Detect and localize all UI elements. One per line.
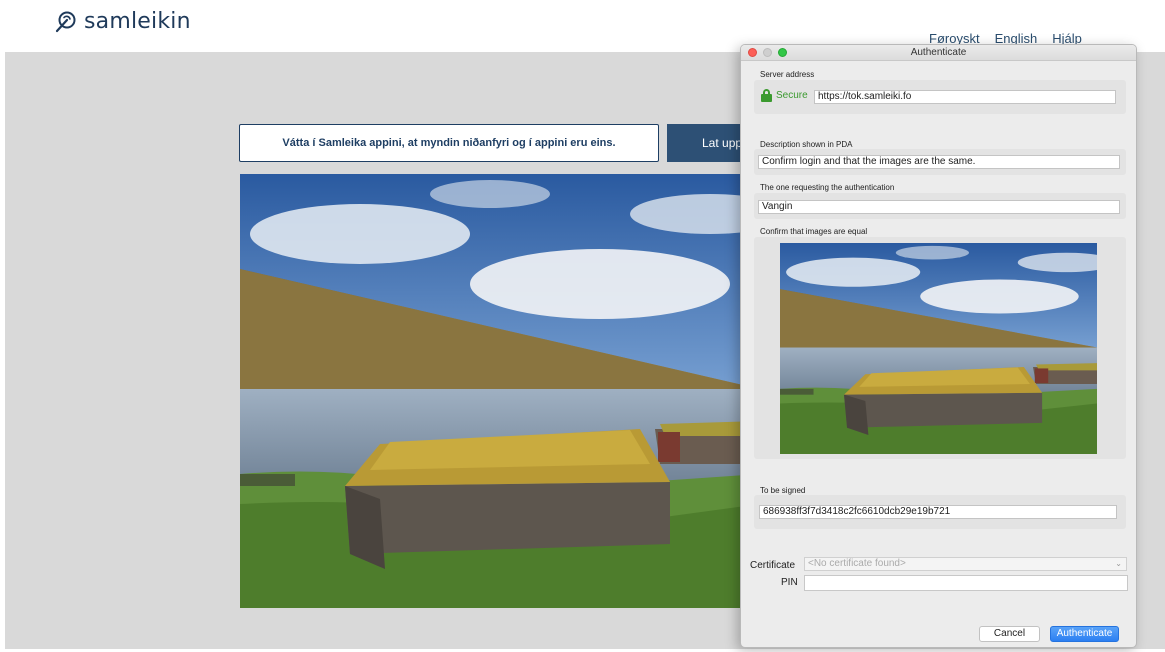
images-label: Confirm that images are equal bbox=[760, 227, 868, 236]
page: samleikin Føroyskt English Hjálp Vátta í… bbox=[0, 0, 1165, 652]
instruction-box: Vátta í Samleika appini, at myndin niðan… bbox=[239, 124, 659, 162]
description-field[interactable]: Confirm login and that the images are th… bbox=[758, 155, 1120, 169]
certificate-select[interactable]: <No certificate found> ⌄ bbox=[804, 557, 1127, 571]
requester-group: Vangin bbox=[754, 193, 1126, 219]
to-sign-group: 686938ff3f7d3418c2fc6610dcb29e19b721 bbox=[754, 495, 1126, 529]
pin-label: PIN bbox=[781, 577, 798, 588]
lock-icon bbox=[761, 89, 772, 102]
cancel-button[interactable]: Cancel bbox=[979, 626, 1040, 642]
instruction-text: Vátta í Samleika appini, at myndin niðan… bbox=[282, 137, 616, 149]
authenticate-dialog: Authenticate Server address Secure https… bbox=[740, 44, 1137, 648]
description-group: Confirm login and that the images are th… bbox=[754, 149, 1126, 175]
chevron-down-icon: ⌄ bbox=[1115, 559, 1122, 568]
logo[interactable]: samleikin bbox=[53, 9, 191, 34]
certificate-label: Certificate bbox=[750, 560, 796, 571]
to-sign-field[interactable]: 686938ff3f7d3418c2fc6610dcb29e19b721 bbox=[759, 505, 1117, 519]
secure-indicator: Secure bbox=[761, 89, 808, 102]
requester-field[interactable]: Vangin bbox=[758, 200, 1120, 214]
secure-label: Secure bbox=[776, 90, 808, 101]
dialog-title: Authenticate bbox=[910, 47, 967, 58]
requester-label: The one requesting the authentication bbox=[760, 183, 895, 192]
to-sign-label: To be signed bbox=[760, 486, 806, 495]
authenticate-button[interactable]: Authenticate bbox=[1050, 626, 1119, 642]
server-address-label: Server address bbox=[760, 70, 815, 79]
samleikin-logo-icon bbox=[55, 11, 76, 32]
pin-input[interactable] bbox=[804, 575, 1128, 591]
logo-text: samleikin bbox=[84, 9, 191, 34]
verification-thumbnail bbox=[780, 243, 1097, 454]
dialog-titlebar: Authenticate bbox=[741, 45, 1136, 61]
description-label: Description shown in PDA bbox=[760, 140, 853, 149]
certificate-select-value: <No certificate found> bbox=[808, 558, 906, 569]
server-address-group: Secure https://tok.samleiki.fo bbox=[754, 80, 1126, 114]
verification-image bbox=[240, 174, 760, 608]
server-url-field[interactable]: https://tok.samleiki.fo bbox=[814, 90, 1116, 104]
